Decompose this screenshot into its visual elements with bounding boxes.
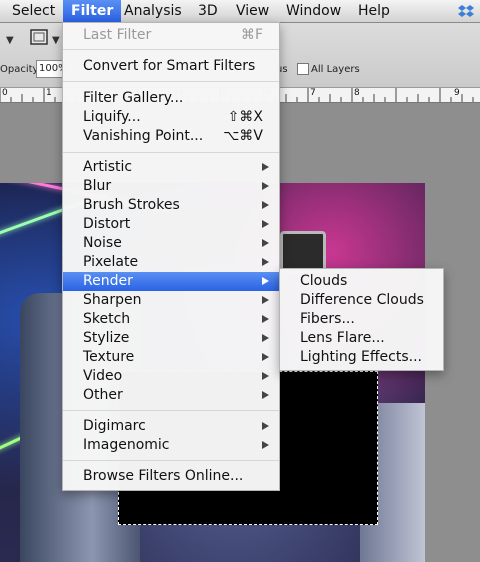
menu-separator	[63, 49, 279, 50]
menu-item-other[interactable]: Other	[63, 386, 279, 405]
ruler-number: 1	[46, 88, 52, 98]
all-layers-checkbox[interactable]	[297, 63, 309, 75]
menu-item-sketch[interactable]: Sketch	[63, 310, 279, 329]
submenu-arrow-icon	[262, 296, 269, 304]
render-submenu: Clouds Difference Clouds Fibers... Lens …	[279, 268, 444, 371]
menu-item-label: Imagenomic	[83, 437, 170, 453]
menu-item-imagenomic[interactable]: Imagenomic	[63, 436, 279, 455]
menu-item-label: Sharpen	[83, 292, 142, 308]
menu-window[interactable]: Window	[278, 0, 349, 22]
submenu-item-fibers[interactable]: Fibers...	[280, 310, 443, 329]
shortcut-label: ⌥⌘V	[223, 128, 263, 144]
menu-separator	[63, 81, 279, 82]
menu-item-label: Vanishing Point...	[83, 128, 204, 144]
menu-item-label: Other	[83, 387, 123, 403]
menu-item-last-filter[interactable]: Last Filter ⌘F	[63, 26, 279, 45]
filter-menu: Last Filter ⌘F Convert for Smart Filters…	[62, 22, 280, 491]
menu-item-label: Liquify...	[83, 109, 141, 125]
menu-item-liquify[interactable]: Liquify... ⇧⌘X	[63, 108, 279, 127]
submenu-arrow-icon	[262, 201, 269, 209]
menu-help[interactable]: Help	[350, 0, 398, 22]
menu-item-browse-filters-online[interactable]: Browse Filters Online...	[63, 467, 279, 486]
submenu-item-lighting-effects[interactable]: Lighting Effects...	[280, 348, 443, 367]
menu-item-pixelate[interactable]: Pixelate	[63, 253, 279, 272]
submenu-arrow-icon	[262, 372, 269, 380]
menu-item-label: Render	[83, 273, 133, 289]
ruler-number: 0	[2, 88, 8, 98]
submenu-arrow-icon	[262, 163, 269, 171]
submenu-arrow-icon	[262, 277, 269, 285]
menu-separator	[63, 410, 279, 411]
menu-item-label: Noise	[83, 235, 122, 251]
menu-3d[interactable]: 3D	[190, 0, 226, 22]
submenu-arrow-icon	[262, 353, 269, 361]
submenu-item-lens-flare[interactable]: Lens Flare...	[280, 329, 443, 348]
ruler-number: 9	[454, 88, 460, 98]
submenu-arrow-icon	[262, 315, 269, 323]
menu-item-label: Clouds	[300, 273, 348, 289]
menu-item-noise[interactable]: Noise	[63, 234, 279, 253]
submenu-arrow-icon	[262, 422, 269, 430]
tool-preset-arrow-icon[interactable]: ▼	[6, 35, 14, 46]
menu-separator	[63, 460, 279, 461]
menu-item-label: Blur	[83, 178, 112, 194]
camera-lens	[280, 231, 326, 273]
menu-item-label: Filter Gallery...	[83, 90, 184, 106]
menu-view[interactable]: View	[228, 0, 277, 22]
menu-item-label: Video	[83, 368, 123, 384]
menu-item-label: Lens Flare...	[300, 330, 385, 346]
menu-item-artistic[interactable]: Artistic	[63, 158, 279, 177]
submenu-arrow-icon	[262, 239, 269, 247]
all-layers-label: All Layers	[311, 64, 360, 75]
menu-filter[interactable]: Filter	[63, 0, 122, 22]
menu-item-sharpen[interactable]: Sharpen	[63, 291, 279, 310]
menu-item-label: Texture	[83, 349, 135, 365]
submenu-arrow-icon	[262, 220, 269, 228]
menu-item-label: Browse Filters Online...	[83, 468, 244, 484]
menu-item-vanishing-point[interactable]: Vanishing Point... ⌥⌘V	[63, 127, 279, 146]
menu-item-video[interactable]: Video	[63, 367, 279, 386]
menu-item-convert-smart-filters[interactable]: Convert for Smart Filters	[63, 57, 279, 76]
menu-item-label: Last Filter	[83, 27, 152, 43]
menu-analysis[interactable]: Analysis	[116, 0, 190, 22]
menu-item-texture[interactable]: Texture	[63, 348, 279, 367]
menu-item-filter-gallery[interactable]: Filter Gallery...	[63, 89, 279, 108]
menu-item-label: Distort	[83, 216, 131, 232]
menu-select[interactable]: Select	[4, 0, 63, 22]
menu-item-label: Digimarc	[83, 418, 146, 434]
menu-item-label: Sketch	[83, 311, 131, 327]
submenu-arrow-icon	[262, 182, 269, 190]
menu-item-distort[interactable]: Distort	[63, 215, 279, 234]
menu-item-label: Stylize	[83, 330, 130, 346]
dropbox-icon[interactable]	[458, 3, 474, 19]
submenu-item-difference-clouds[interactable]: Difference Clouds	[280, 291, 443, 310]
submenu-arrow-icon	[262, 258, 269, 266]
submenu-arrow-icon	[262, 334, 269, 342]
menu-item-label: Fibers...	[300, 311, 355, 327]
tool-mode-arrow-icon[interactable]: ▼	[52, 35, 60, 46]
menu-item-render[interactable]: Render	[63, 272, 279, 291]
shortcut-label: ⌘F	[240, 27, 263, 43]
opacity-label: Opacity:	[0, 64, 42, 75]
ruler-number: 8	[354, 88, 360, 98]
menu-item-digimarc[interactable]: Digimarc	[63, 417, 279, 436]
ruler-number: 7	[310, 88, 316, 98]
submenu-item-clouds[interactable]: Clouds	[280, 272, 443, 291]
shortcut-label: ⇧⌘X	[227, 109, 263, 125]
menu-item-label: Lighting Effects...	[300, 349, 422, 365]
menu-item-label: Difference Clouds	[300, 292, 424, 308]
menu-item-label: Brush Strokes	[83, 197, 180, 213]
menu-item-stylize[interactable]: Stylize	[63, 329, 279, 348]
menu-item-label: Pixelate	[83, 254, 139, 270]
menu-item-label: Artistic	[83, 159, 133, 175]
menu-item-blur[interactable]: Blur	[63, 177, 279, 196]
menu-bar: Select Filter Analysis 3D View Window He…	[0, 0, 480, 23]
submenu-arrow-icon	[262, 441, 269, 449]
menu-item-brush-strokes[interactable]: Brush Strokes	[63, 196, 279, 215]
marquee-icon[interactable]	[30, 29, 48, 45]
menu-item-label: Convert for Smart Filters	[83, 58, 256, 74]
menu-separator	[63, 152, 279, 153]
submenu-arrow-icon	[262, 391, 269, 399]
